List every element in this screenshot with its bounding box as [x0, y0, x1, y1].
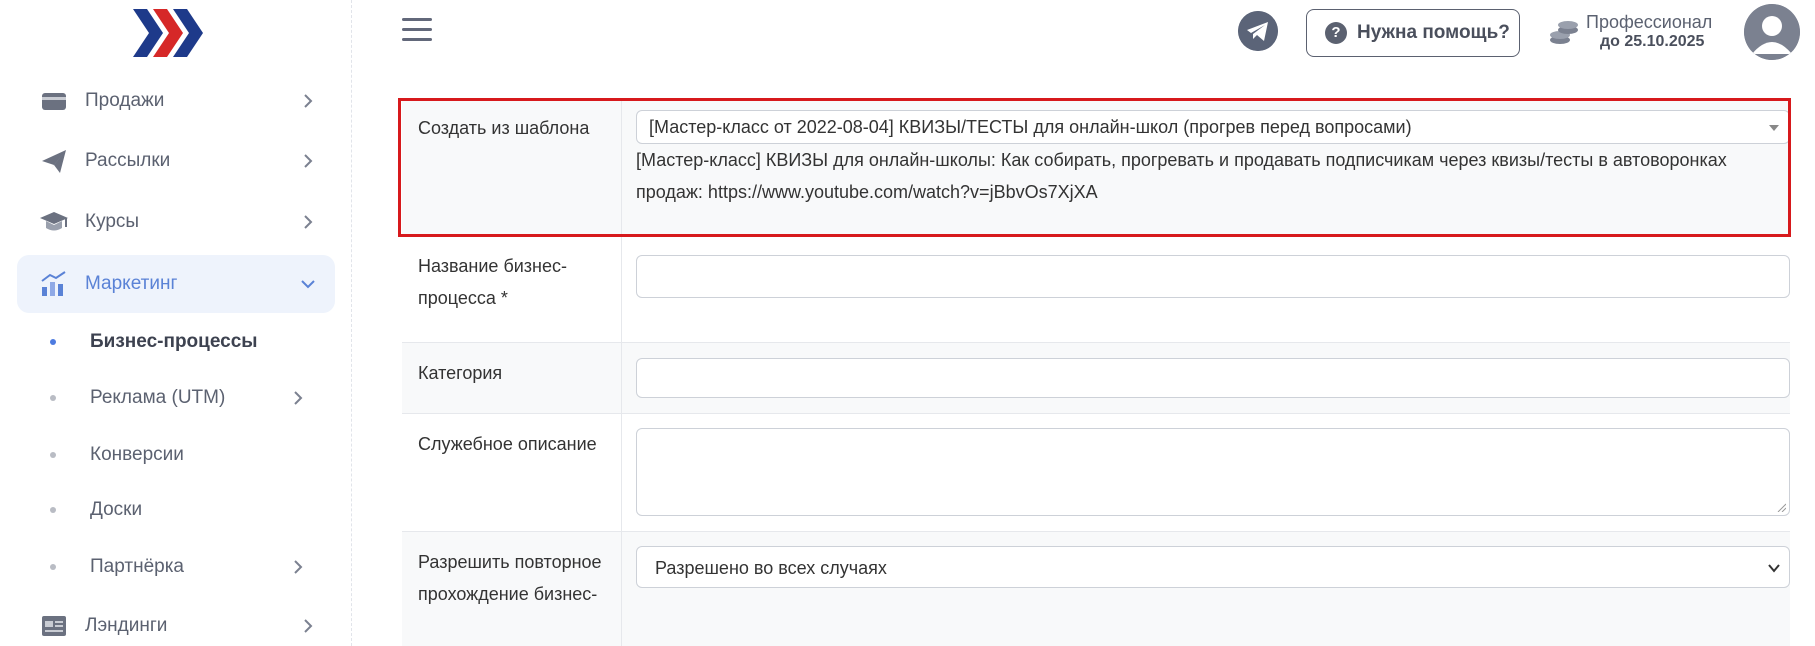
plan-expiry: до 25.10.2025 [1600, 33, 1705, 50]
chevron-right-icon [304, 215, 313, 229]
repeat-select[interactable]: Разрешено во всех случаях [636, 546, 1790, 588]
bullet-icon [50, 395, 56, 401]
repeat-select-value: Разрешено во всех случаях [655, 558, 887, 578]
sidebar-item-landings[interactable]: Лэндинги [17, 597, 335, 646]
paper-plane-icon [42, 150, 66, 173]
sidebar-subitem-label: Реклама (UTM) [90, 387, 226, 408]
chevron-right-icon [304, 94, 313, 108]
sidebar-subitem-label: Конверсии [90, 444, 184, 465]
field-cell: Разрешено во всех случаях [622, 532, 1790, 646]
form-row-description: Служебное описание [402, 414, 1790, 532]
resize-handle-icon[interactable] [1776, 502, 1786, 512]
field-cell: [Мастер-класс от 2022-08-04] КВИЗЫ/ТЕСТЫ… [622, 98, 1790, 235]
sidebar-item-label: Рассылки [85, 150, 171, 171]
chevron-right-icon [294, 560, 303, 574]
sidebar-item-label: Маркетинг [85, 273, 178, 294]
telegram-icon[interactable] [1238, 11, 1278, 51]
field-label: Разрешить повторное прохождение бизнес- [402, 532, 622, 646]
sidebar-item-sales[interactable]: Продажи [17, 72, 335, 130]
sidebar-subitem-boards[interactable]: Доски [0, 485, 352, 535]
field-label: Создать из шаблона [402, 98, 622, 235]
bullet-icon [50, 339, 56, 345]
sidebar-item-marketing[interactable]: Маркетинг [17, 255, 335, 313]
template-select-value: [Мастер-класс от 2022-08-04] КВИЗЫ/ТЕСТЫ… [649, 117, 1412, 137]
chevron-right-icon [294, 391, 303, 405]
help-button[interactable]: ? Нужна помощь? [1306, 9, 1520, 57]
bullet-icon [50, 452, 56, 458]
category-input[interactable] [636, 358, 1790, 398]
sidebar-subitem-business-processes[interactable]: Бизнес-процессы [0, 317, 352, 367]
graduation-cap-icon [40, 212, 68, 231]
sidebar-subitem-label: Доски [90, 499, 143, 520]
sidebar-item-label: Продажи [85, 90, 165, 111]
field-label: Служебное описание [402, 414, 622, 531]
sidebar-item-label: Курсы [85, 211, 140, 232]
field-cell [622, 414, 1790, 531]
question-icon: ? [1325, 22, 1347, 44]
sidebar-subitem-conversions[interactable]: Конверсии [0, 430, 352, 480]
form-row-name: Название бизнес-процесса * [402, 236, 1790, 343]
sidebar-item-courses[interactable]: Курсы [17, 193, 335, 251]
chevron-down-icon [1768, 564, 1780, 573]
chevron-right-icon [304, 154, 313, 168]
chevron-right-icon [304, 619, 313, 633]
help-button-label: Нужна помощь? [1357, 22, 1510, 43]
sidebar-item-label: Лэндинги [85, 615, 168, 636]
chevron-down-icon [301, 280, 315, 289]
sidebar-subitem-partners[interactable]: Партнёрка [0, 542, 352, 592]
form-row-category: Категория [402, 343, 1790, 414]
coins-icon [1550, 21, 1578, 44]
logo-icon[interactable] [133, 9, 211, 57]
form-row-repeat: Разрешить повторное прохождение бизнес- … [402, 532, 1790, 646]
menu-toggle-icon[interactable] [402, 18, 432, 44]
form-row-template: Создать из шаблона [Мастер-класс от 2022… [402, 98, 1790, 236]
sidebar-item-mailings[interactable]: Рассылки [17, 132, 335, 190]
sidebar: Продажи Рассылки Курсы Маркетинг Бизнес-… [0, 0, 352, 646]
template-description: [Мастер-класс] КВИЗЫ для онлайн-школы: К… [636, 150, 1727, 202]
sidebar-subitem-utm[interactable]: Реклама (UTM) [0, 373, 352, 423]
wallet-icon [42, 93, 66, 110]
process-name-input[interactable] [636, 255, 1790, 298]
field-cell [622, 236, 1790, 342]
sidebar-subitem-label: Бизнес-процессы [90, 331, 258, 352]
field-cell [622, 343, 1790, 413]
bullet-icon [50, 564, 56, 570]
field-label: Категория [402, 343, 622, 413]
template-select[interactable]: [Мастер-класс от 2022-08-04] КВИЗЫ/ТЕСТЫ… [636, 110, 1790, 144]
field-label: Название бизнес-процесса * [402, 236, 622, 342]
description-textarea[interactable] [636, 428, 1790, 516]
plan-name: Профессионал [1586, 12, 1713, 32]
avatar-icon[interactable] [1744, 4, 1800, 60]
bullet-icon [50, 507, 56, 513]
chart-icon [41, 271, 66, 296]
dropdown-caret-icon [1769, 125, 1779, 131]
sidebar-subitem-label: Партнёрка [90, 556, 184, 577]
landing-page-icon [42, 616, 66, 636]
